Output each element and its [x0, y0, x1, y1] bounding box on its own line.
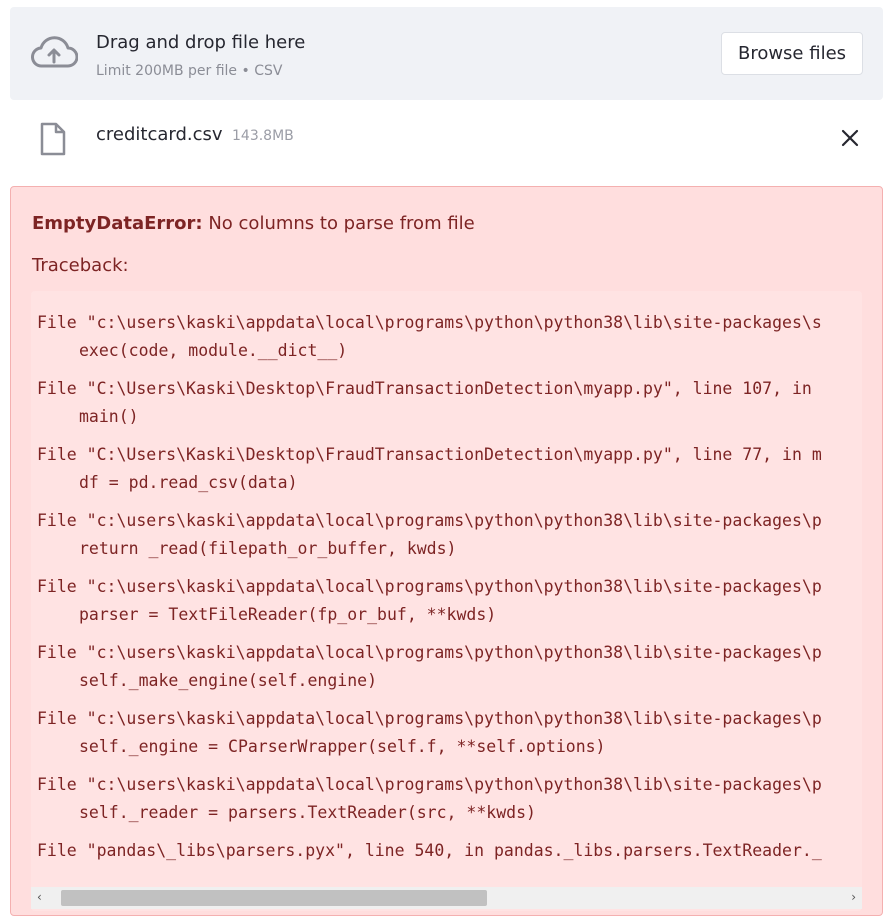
scroll-left-icon[interactable]: ‹: [37, 890, 42, 904]
traceback-frame: File "c:\users\kaski\appdata\local\progr…: [37, 771, 862, 837]
traceback-frame: File "c:\users\kaski\appdata\local\progr…: [37, 705, 862, 771]
traceback-code-line: self._engine = CParserWrapper(self.f, **…: [79, 737, 606, 756]
dropzone-limit-text: Limit 200MB per file • CSV: [96, 63, 283, 79]
traceback-code-line: exec(code, module.__dict__): [79, 341, 348, 360]
traceback-file-line: File "c:\users\kaski\appdata\local\progr…: [37, 643, 822, 662]
traceback-file-line: File "C:\Users\Kaski\Desktop\FraudTransa…: [37, 445, 822, 464]
scrollbar-thumb[interactable]: [61, 890, 487, 906]
error-type: EmptyDataError:: [32, 213, 203, 234]
file-dropzone[interactable]: Drag and drop file here Limit 200MB per …: [10, 7, 883, 100]
traceback-code-line: df = pd.read_csv(data): [79, 473, 298, 492]
horizontal-scrollbar[interactable]: ‹ ›: [31, 887, 862, 909]
browse-files-button[interactable]: Browse files: [721, 32, 863, 75]
traceback-file-line: File "c:\users\kaski\appdata\local\progr…: [37, 775, 822, 794]
traceback-file-line: File "c:\users\kaski\appdata\local\progr…: [37, 313, 822, 332]
traceback-code-line: return _read(filepath_or_buffer, kwds): [79, 539, 457, 558]
traceback-code-line: main(): [79, 407, 139, 426]
traceback-panel: File "c:\users\kaski\appdata\local\progr…: [31, 291, 862, 911]
file-size: 143.8MB: [232, 128, 294, 144]
traceback-frame: File "c:\users\kaski\appdata\local\progr…: [37, 573, 862, 639]
cloud-upload-icon: [31, 36, 78, 68]
dropzone-title: Drag and drop file here: [96, 32, 306, 53]
traceback-file-line: File "pandas\_libs\parsers.pyx", line 54…: [37, 841, 822, 860]
close-icon[interactable]: [838, 126, 862, 150]
error-message: No columns to parse from file: [202, 213, 475, 234]
traceback-file-line: File "c:\users\kaski\appdata\local\progr…: [37, 511, 822, 530]
file-icon: [40, 122, 66, 156]
traceback-frame: File "c:\users\kaski\appdata\local\progr…: [37, 309, 862, 375]
traceback-code-line: self._make_engine(self.engine): [79, 671, 378, 690]
traceback-code-line: self._reader = parsers.TextReader(src, *…: [79, 803, 536, 822]
traceback-label: Traceback:: [32, 255, 129, 276]
file-name: creditcard.csv: [96, 124, 223, 145]
traceback-frame: File "c:\users\kaski\appdata\local\progr…: [37, 639, 862, 705]
traceback-file-line: File "c:\users\kaski\appdata\local\progr…: [37, 577, 822, 596]
scroll-right-icon[interactable]: ›: [851, 890, 856, 904]
traceback-frame: File "c:\users\kaski\appdata\local\progr…: [37, 507, 862, 573]
traceback-frame: File "C:\Users\Kaski\Desktop\FraudTransa…: [37, 375, 862, 441]
uploaded-file-row: creditcard.csv 143.8MB: [10, 110, 883, 166]
traceback-file-line: File "c:\users\kaski\appdata\local\progr…: [37, 709, 822, 728]
traceback-file-line: File "C:\Users\Kaski\Desktop\FraudTransa…: [37, 379, 812, 398]
error-alert: EmptyDataError: No columns to parse from…: [10, 186, 883, 916]
traceback-code-line: parser = TextFileReader(fp_or_buf, **kwd…: [79, 605, 497, 624]
error-heading: EmptyDataError: No columns to parse from…: [32, 213, 475, 234]
traceback-frame: File "C:\Users\Kaski\Desktop\FraudTransa…: [37, 441, 862, 507]
traceback-lines: File "c:\users\kaski\appdata\local\progr…: [37, 309, 862, 903]
